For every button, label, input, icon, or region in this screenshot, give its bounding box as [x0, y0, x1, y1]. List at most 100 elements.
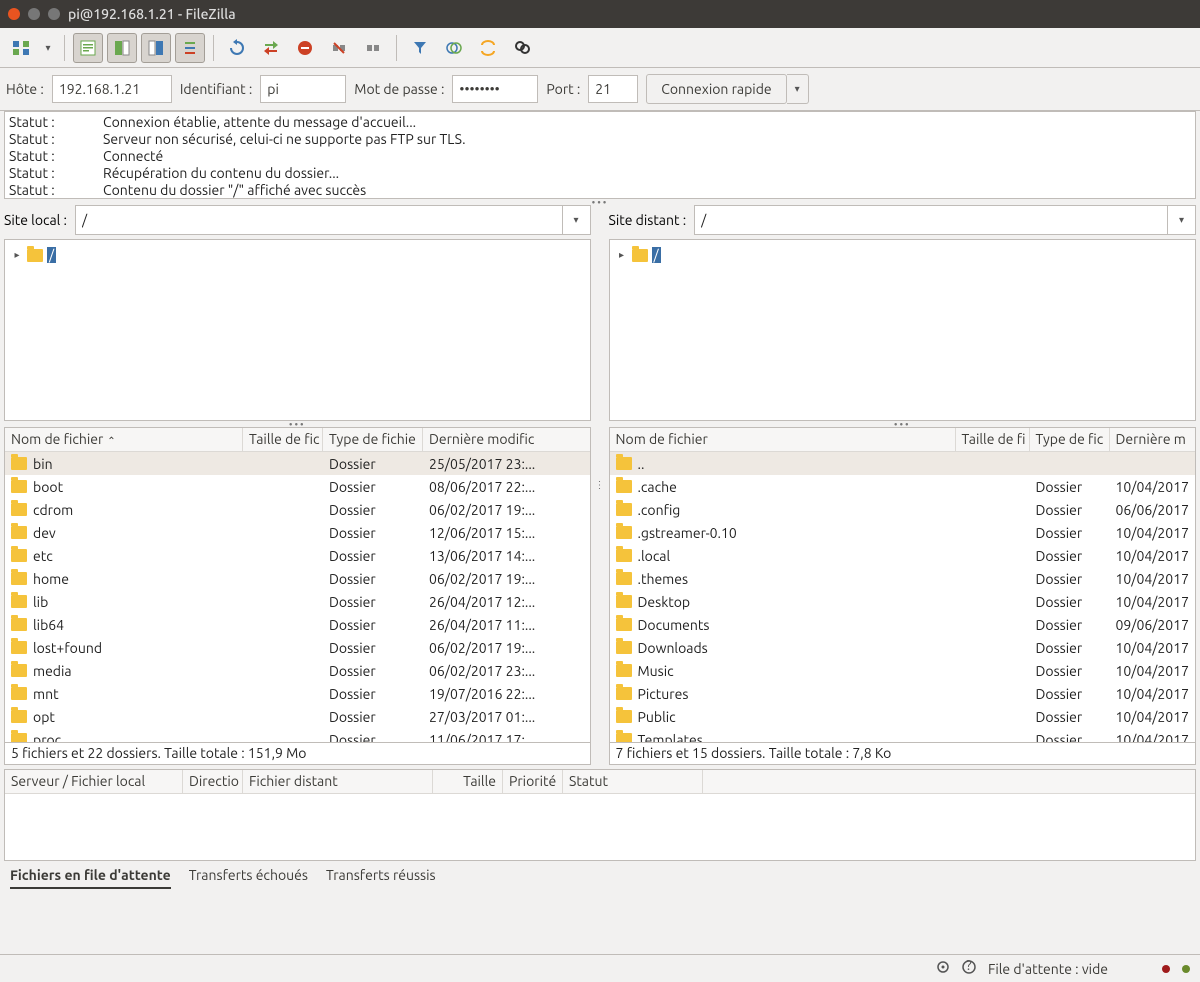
maximize-button[interactable]	[48, 8, 60, 20]
queue-header[interactable]: Serveur / Fichier local Directio Fichier…	[5, 770, 1195, 794]
quickconnect-button[interactable]: Connexion rapide	[646, 74, 786, 104]
cell-type: Dossier	[323, 592, 423, 612]
tree-row[interactable]: ▸ /	[11, 244, 584, 266]
list-item[interactable]: lost+foundDossier06/02/2017 19:...	[5, 636, 590, 659]
list-item[interactable]: lib64Dossier26/04/2017 11:...	[5, 613, 590, 636]
transfer-queue[interactable]: Serveur / Fichier local Directio Fichier…	[4, 769, 1196, 861]
col-size[interactable]: Taille de fi	[956, 428, 1030, 451]
host-input[interactable]	[52, 75, 172, 103]
remote-path-combo[interactable]: ▾	[694, 205, 1196, 235]
col-name[interactable]: Nom de fichier⌃	[5, 428, 243, 451]
list-item[interactable]: ..	[610, 452, 1195, 475]
gear-icon[interactable]	[936, 960, 950, 977]
remote-path-dropdown[interactable]: ▾	[1167, 206, 1195, 234]
site-manager-dropdown[interactable]: ▾	[40, 42, 56, 54]
cell-size	[243, 600, 323, 604]
local-path-input[interactable]	[76, 212, 562, 228]
remote-tree[interactable]: ▸ /	[609, 239, 1196, 421]
col-name[interactable]: Nom de fichier	[610, 428, 956, 451]
cell-name: Music	[610, 661, 956, 681]
queue-tabs: Fichiers en file d'attente Transferts éc…	[0, 861, 1200, 891]
tree-row[interactable]: ▸ /	[616, 244, 1189, 266]
list-item[interactable]: DocumentsDossier09/06/2017	[610, 613, 1195, 636]
list-item[interactable]: cdromDossier06/02/2017 19:...	[5, 498, 590, 521]
port-input[interactable]	[588, 75, 638, 103]
list-item[interactable]: mntDossier19/07/2016 22:...	[5, 682, 590, 705]
synchronized-browsing-button[interactable]	[473, 33, 503, 63]
list-item[interactable]: .gstreamer-0.10Dossier10/04/2017	[610, 521, 1195, 544]
remote-path-input[interactable]	[695, 212, 1167, 228]
search-button[interactable]	[507, 33, 537, 63]
list-item[interactable]: PicturesDossier10/04/2017	[610, 682, 1195, 705]
col-priority[interactable]: Priorité	[503, 770, 563, 793]
local-path-dropdown[interactable]: ▾	[562, 206, 590, 234]
col-direction[interactable]: Directio	[183, 770, 243, 793]
local-list-header[interactable]: Nom de fichier⌃ Taille de fic Type de fi…	[5, 428, 590, 452]
list-item[interactable]: DownloadsDossier10/04/2017	[610, 636, 1195, 659]
toggle-message-log-button[interactable]	[73, 33, 103, 63]
list-item[interactable]: .configDossier06/06/2017	[610, 498, 1195, 521]
local-file-list[interactable]: Nom de fichier⌃ Taille de fic Type de fi…	[4, 427, 591, 743]
help-icon[interactable]: ?	[962, 960, 976, 977]
list-item[interactable]: PublicDossier10/04/2017	[610, 705, 1195, 728]
cancel-button[interactable]	[290, 33, 320, 63]
folder-icon	[11, 687, 27, 700]
list-item[interactable]: .localDossier10/04/2017	[610, 544, 1195, 567]
process-queue-button[interactable]	[256, 33, 286, 63]
main-toolbar: ▾	[0, 28, 1200, 68]
list-item[interactable]: libDossier26/04/2017 12:...	[5, 590, 590, 613]
col-type[interactable]: Type de fichie	[323, 428, 423, 451]
list-item[interactable]: DesktopDossier10/04/2017	[610, 590, 1195, 613]
list-item[interactable]: procDossier11/06/2017 17:...	[5, 728, 590, 742]
list-item[interactable]: .cacheDossier10/04/2017	[610, 475, 1195, 498]
tree-expander-icon[interactable]: ▸	[11, 249, 23, 261]
list-item[interactable]: homeDossier06/02/2017 19:...	[5, 567, 590, 590]
filter-button[interactable]	[405, 33, 435, 63]
toggle-local-tree-button[interactable]	[107, 33, 137, 63]
pass-input[interactable]	[452, 75, 538, 103]
col-size[interactable]: Taille	[433, 770, 503, 793]
col-remote[interactable]: Fichier distant	[243, 770, 433, 793]
log-row: Statut :Serveur non sécurisé, celui-ci n…	[9, 131, 1191, 148]
col-mod[interactable]: Dernière m	[1110, 428, 1195, 451]
list-item[interactable]: devDossier12/06/2017 15:...	[5, 521, 590, 544]
log-message: Serveur non sécurisé, celui-ci ne suppor…	[103, 131, 466, 148]
col-mod[interactable]: Dernière modific	[423, 428, 590, 451]
local-tree[interactable]: ▸ /	[4, 239, 591, 421]
list-item[interactable]: mediaDossier06/02/2017 23:...	[5, 659, 590, 682]
list-item[interactable]: etcDossier13/06/2017 14:...	[5, 544, 590, 567]
local-path-combo[interactable]: ▾	[75, 205, 591, 235]
col-status[interactable]: Statut	[563, 770, 703, 793]
col-server[interactable]: Serveur / Fichier local	[5, 770, 183, 793]
minimize-button[interactable]	[28, 8, 40, 20]
list-item[interactable]: .themesDossier10/04/2017	[610, 567, 1195, 590]
remote-file-list[interactable]: Nom de fichier Taille de fi Type de fic …	[609, 427, 1196, 743]
tab-queued[interactable]: Fichiers en file d'attente	[10, 867, 171, 889]
close-button[interactable]	[8, 8, 20, 20]
tab-failed[interactable]: Transferts échoués	[189, 867, 308, 889]
site-manager-button[interactable]	[6, 33, 36, 63]
queue-status-text: File d'attente : vide	[988, 961, 1108, 977]
remote-list-header[interactable]: Nom de fichier Taille de fi Type de fic …	[610, 428, 1195, 452]
directory-compare-button[interactable]	[439, 33, 469, 63]
window-buttons	[8, 8, 60, 20]
reconnect-button[interactable]	[358, 33, 388, 63]
col-size[interactable]: Taille de fic	[243, 428, 323, 451]
disconnect-button[interactable]	[324, 33, 354, 63]
user-input[interactable]	[260, 75, 346, 103]
tab-successful[interactable]: Transferts réussis	[326, 867, 436, 889]
list-item[interactable]: MusicDossier10/04/2017	[610, 659, 1195, 682]
center-splitter[interactable]: ⋮	[597, 205, 603, 765]
list-item[interactable]: optDossier27/03/2017 01:...	[5, 705, 590, 728]
toggle-queue-button[interactable]	[175, 33, 205, 63]
message-log[interactable]: Statut :Connexion établie, attente du me…	[4, 111, 1196, 199]
list-item[interactable]: binDossier25/05/2017 23:...	[5, 452, 590, 475]
folder-icon	[616, 618, 632, 631]
list-item[interactable]: bootDossier08/06/2017 22:...	[5, 475, 590, 498]
quickconnect-history-dropdown[interactable]: ▾	[787, 74, 809, 104]
refresh-button[interactable]	[222, 33, 252, 63]
col-type[interactable]: Type de fic	[1030, 428, 1110, 451]
toggle-remote-tree-button[interactable]	[141, 33, 171, 63]
tree-expander-icon[interactable]: ▸	[616, 249, 628, 261]
list-item[interactable]: TemplatesDossier10/04/2017	[610, 728, 1195, 742]
